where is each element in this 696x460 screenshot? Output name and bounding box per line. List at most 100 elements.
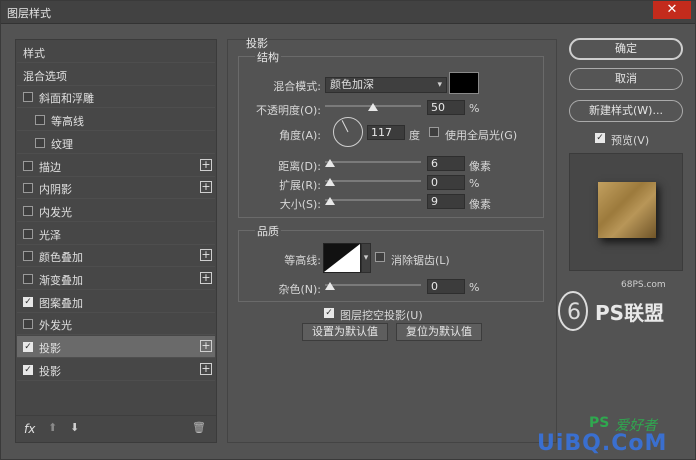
distance-unit: 像素 — [469, 160, 491, 173]
noise-input[interactable]: 0 — [427, 279, 465, 294]
shadow-color-swatch[interactable] — [449, 72, 479, 94]
style-list-label: 投影 — [39, 364, 61, 378]
opacity-slider-thumb[interactable] — [368, 103, 378, 111]
chevron-down-icon: ▾ — [437, 80, 442, 90]
style-list-checkbox[interactable] — [23, 251, 33, 262]
style-list-checkbox[interactable] — [23, 160, 33, 171]
watermark-logo-icon: 6 — [555, 287, 591, 333]
plus-icon[interactable]: + — [200, 181, 212, 194]
style-list-checkbox[interactable] — [23, 205, 33, 216]
size-unit: 像素 — [469, 198, 491, 211]
style-list-checkbox[interactable] — [35, 115, 45, 126]
noise-slider[interactable] — [324, 280, 421, 292]
style-list-item[interactable]: 等高线 — [17, 109, 215, 132]
preview-label: 预览(V) — [611, 134, 650, 147]
close-button[interactable]: ✕ — [653, 1, 691, 19]
noise-slider-thumb[interactable] — [324, 282, 335, 290]
style-list-label: 渐变叠加 — [39, 274, 83, 287]
watermark-site: UiBQ.CoM — [537, 431, 668, 456]
angle-label: 角度(A): — [279, 129, 321, 142]
chevron-down-icon: ▾ — [363, 253, 369, 263]
style-preview — [569, 153, 683, 271]
style-list-item[interactable]: 斜面和浮雕 — [17, 86, 215, 109]
watermark-logo-text: PS联盟 — [595, 301, 665, 325]
trash-icon[interactable]: 🗑 — [192, 421, 206, 434]
style-list-item[interactable]: ✓ 投影 + — [17, 336, 215, 359]
distance-slider[interactable] — [324, 157, 421, 169]
style-list-item[interactable]: 内阴影 + — [17, 177, 215, 200]
size-slider[interactable] — [324, 195, 421, 207]
move-up-icon[interactable]: ⬆ — [48, 421, 57, 434]
size-input[interactable]: 9 — [427, 194, 465, 209]
style-list-item[interactable]: 样式 — [17, 41, 215, 63]
move-down-icon[interactable]: ⬇ — [70, 421, 79, 434]
styles-list: 样式混合选项 斜面和浮雕 等高线 纹理 描边 + 内阴影 + 内发光光泽颜色叠加 + 渐变叠加 + ✓ 图… — [15, 39, 217, 443]
style-list-checkbox[interactable] — [23, 319, 33, 330]
knockout-checkbox[interactable]: ✓ — [324, 308, 334, 318]
plus-icon[interactable]: + — [200, 249, 212, 262]
reset-default-button[interactable]: 复位为默认值 — [396, 323, 482, 341]
plus-icon[interactable]: + — [200, 158, 212, 171]
style-list-item[interactable]: 混合选项 — [17, 64, 215, 86]
blend-mode-label: 混合模式: — [273, 80, 321, 93]
spread-slider-thumb[interactable] — [324, 178, 335, 186]
plus-icon[interactable]: + — [200, 362, 212, 375]
style-list-item[interactable]: 描边 + — [17, 155, 215, 177]
spread-input[interactable]: 0 — [427, 175, 465, 190]
quality-title: 品质 — [255, 223, 281, 239]
style-list-checkbox[interactable] — [35, 137, 45, 148]
opacity-label: 不透明度(O): — [256, 104, 321, 117]
style-list-item[interactable]: 渐变叠加 + — [17, 268, 215, 290]
angle-unit: 度 — [409, 129, 420, 142]
dialog-title: 图层样式 — [7, 7, 51, 20]
distance-input[interactable]: 6 — [427, 156, 465, 171]
opacity-input[interactable]: 50 — [427, 100, 465, 115]
spread-slider[interactable] — [324, 176, 421, 188]
size-slider-thumb[interactable] — [324, 197, 335, 205]
style-list-checkbox[interactable] — [23, 274, 33, 284]
contour-preview[interactable] — [323, 243, 361, 273]
style-list-checkbox[interactable]: ✓ — [23, 342, 33, 353]
style-list-item[interactable]: ✓ 投影 + — [17, 359, 215, 381]
new-style-button[interactable]: 新建样式(W)... — [569, 100, 683, 122]
cancel-button[interactable]: 取消 — [569, 68, 683, 90]
styles-list-footer: fx ⬆ ⬇ 🗑 — [16, 415, 216, 442]
opacity-slider[interactable] — [325, 101, 421, 113]
style-list-item[interactable]: 颜色叠加 + — [17, 245, 215, 268]
anti-alias-checkbox[interactable] — [375, 252, 385, 262]
ok-button[interactable]: 确定 — [569, 38, 683, 60]
angle-dial[interactable] — [333, 117, 363, 147]
set-default-button[interactable]: 设置为默认值 — [302, 323, 388, 341]
style-list-checkbox[interactable] — [23, 92, 33, 103]
distance-slider-thumb[interactable] — [324, 159, 335, 167]
style-list-checkbox[interactable] — [23, 228, 33, 239]
blend-mode-select[interactable]: 颜色加深 ▾ — [325, 77, 447, 93]
style-list-checkbox[interactable]: ✓ — [23, 296, 33, 307]
contour-curve — [324, 244, 360, 272]
layer-style-dialog: 图层样式 ✕ 样式混合选项 斜面和浮雕 等高线 纹理 描边 + 内阴影 + 内发光光泽颜色叠加 +… — [0, 0, 696, 460]
structure-title: 结构 — [255, 49, 281, 65]
style-list-item[interactable]: ✓ 图案叠加 — [17, 291, 215, 313]
noise-slider-track — [325, 284, 421, 286]
global-light-checkbox[interactable] — [429, 127, 439, 137]
opacity-unit: % — [469, 102, 480, 115]
style-list-item[interactable]: 纹理 — [17, 132, 215, 154]
style-list-label: 光泽 — [39, 228, 61, 242]
style-list-label: 样式 — [23, 47, 45, 60]
noise-unit: % — [469, 281, 480, 294]
close-icon: ✕ — [666, 2, 678, 17]
style-list-checkbox[interactable]: ✓ — [23, 364, 33, 375]
plus-icon[interactable]: + — [200, 272, 212, 284]
global-light-label: 使用全局光(G) — [445, 129, 518, 142]
contour-dropdown[interactable]: ▾ — [361, 243, 371, 273]
preview-checkbox[interactable]: ✓ — [595, 133, 605, 143]
style-list-item[interactable]: 光泽 — [17, 223, 215, 245]
angle-input[interactable]: 117 — [367, 125, 405, 140]
style-list-checkbox[interactable] — [23, 183, 33, 194]
distance-slider-track — [325, 161, 421, 163]
distance-label: 距离(D): — [278, 160, 321, 173]
fx-icon[interactable]: fx — [24, 422, 35, 436]
style-list-item[interactable]: 外发光 — [17, 313, 215, 336]
plus-icon[interactable]: + — [200, 340, 212, 353]
style-list-item[interactable]: 内发光 — [17, 200, 215, 222]
